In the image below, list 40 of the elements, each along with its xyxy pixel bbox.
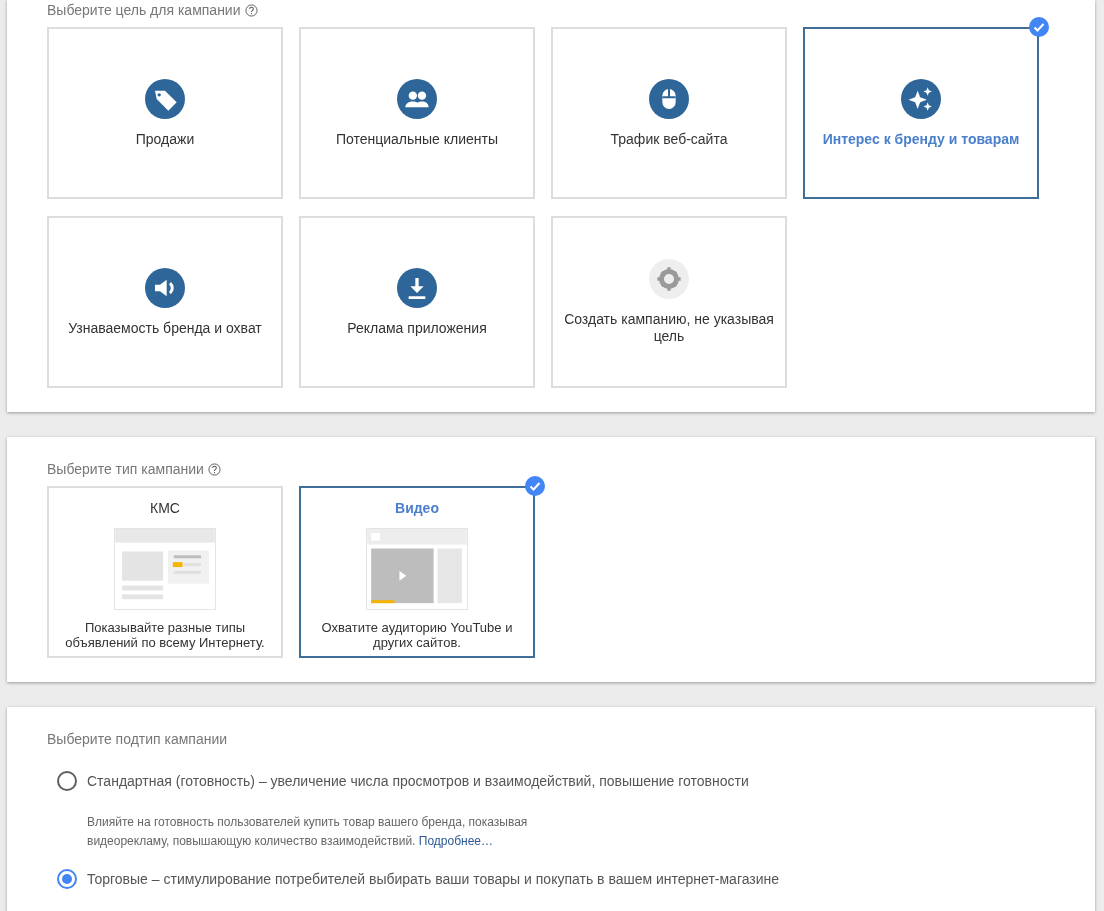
- option-description: Влияйте на готовность пользователей купить товар вашего бренда, показывая видеорекламу, повышающую количество взаимодействий. Подробнее…: [87, 814, 529, 850]
- sparkle-icon: [901, 78, 941, 119]
- gear-icon: [649, 259, 689, 299]
- section-heading: Выберите цель для кампании: [47, 2, 241, 18]
- radio-button[interactable]: [57, 869, 77, 889]
- goal-card[interactable]: Трафик веб-сайта: [551, 27, 787, 199]
- tag-icon: [145, 78, 185, 119]
- campaign-type-description: Показывайте разные типы объявлений по всему Интернету.: [64, 620, 266, 650]
- goal-card[interactable]: Потенциальные клиенты: [299, 27, 535, 199]
- goal-card[interactable]: Создать кампанию, не указывая цель: [551, 216, 787, 388]
- help-icon[interactable]: [207, 462, 221, 476]
- goal-label: Продажи: [135, 130, 195, 148]
- option-label: Торговые – стимулирование потребителей выбирать ваши товары и покупать в вашем интернет-магазине: [87, 871, 780, 887]
- campaign-type-description: Охватите аудиторию YouTube и других сайтов.: [320, 620, 514, 650]
- people-icon: [397, 78, 437, 119]
- download-icon: [397, 267, 437, 308]
- campaign-type-card[interactable]: КМС Показывайте разные типы объявлений по всему Интернету.: [47, 486, 283, 658]
- section-heading: Выберите подтип кампании: [47, 731, 228, 747]
- section-heading: Выберите тип кампании: [47, 461, 204, 477]
- option-label: Стандартная (готовность) – увеличение числа просмотров и взаимодействий, повышение готовности: [87, 773, 749, 789]
- goal-card[interactable]: Узнаваемость бренда и охват: [47, 216, 283, 388]
- help-icon[interactable]: [244, 3, 258, 17]
- campaign-type-title: Видео: [395, 500, 439, 516]
- mouse-icon: [649, 78, 689, 119]
- checkmark-badge-icon: [525, 476, 545, 496]
- radio-button[interactable]: [57, 771, 77, 791]
- goal-card[interactable]: Интерес к бренду и товарам: [803, 27, 1039, 199]
- checkmark-badge-icon: [1029, 17, 1049, 37]
- campaign-type-title: КМС: [150, 500, 180, 516]
- goal-label: Создать кампанию, не указывая цель: [563, 311, 775, 345]
- speaker-icon: [145, 267, 185, 308]
- campaign-type-card[interactable]: Видео Охватите аудиторию YouTube и других сайтов.: [299, 486, 535, 658]
- goal-label: Интерес к бренду и товарам: [822, 130, 1020, 148]
- learn-more-link[interactable]: Подробнее…: [418, 834, 494, 848]
- goal-label: Потенциальные клиенты: [335, 130, 499, 148]
- goal-label: Трафик веб-сайта: [610, 130, 728, 148]
- goal-label: Узнаваемость бренда и охват: [68, 319, 262, 337]
- goal-card[interactable]: Реклама приложения: [299, 216, 535, 388]
- goal-label: Реклама приложения: [347, 319, 487, 337]
- goal-card[interactable]: Продажи: [47, 27, 283, 199]
